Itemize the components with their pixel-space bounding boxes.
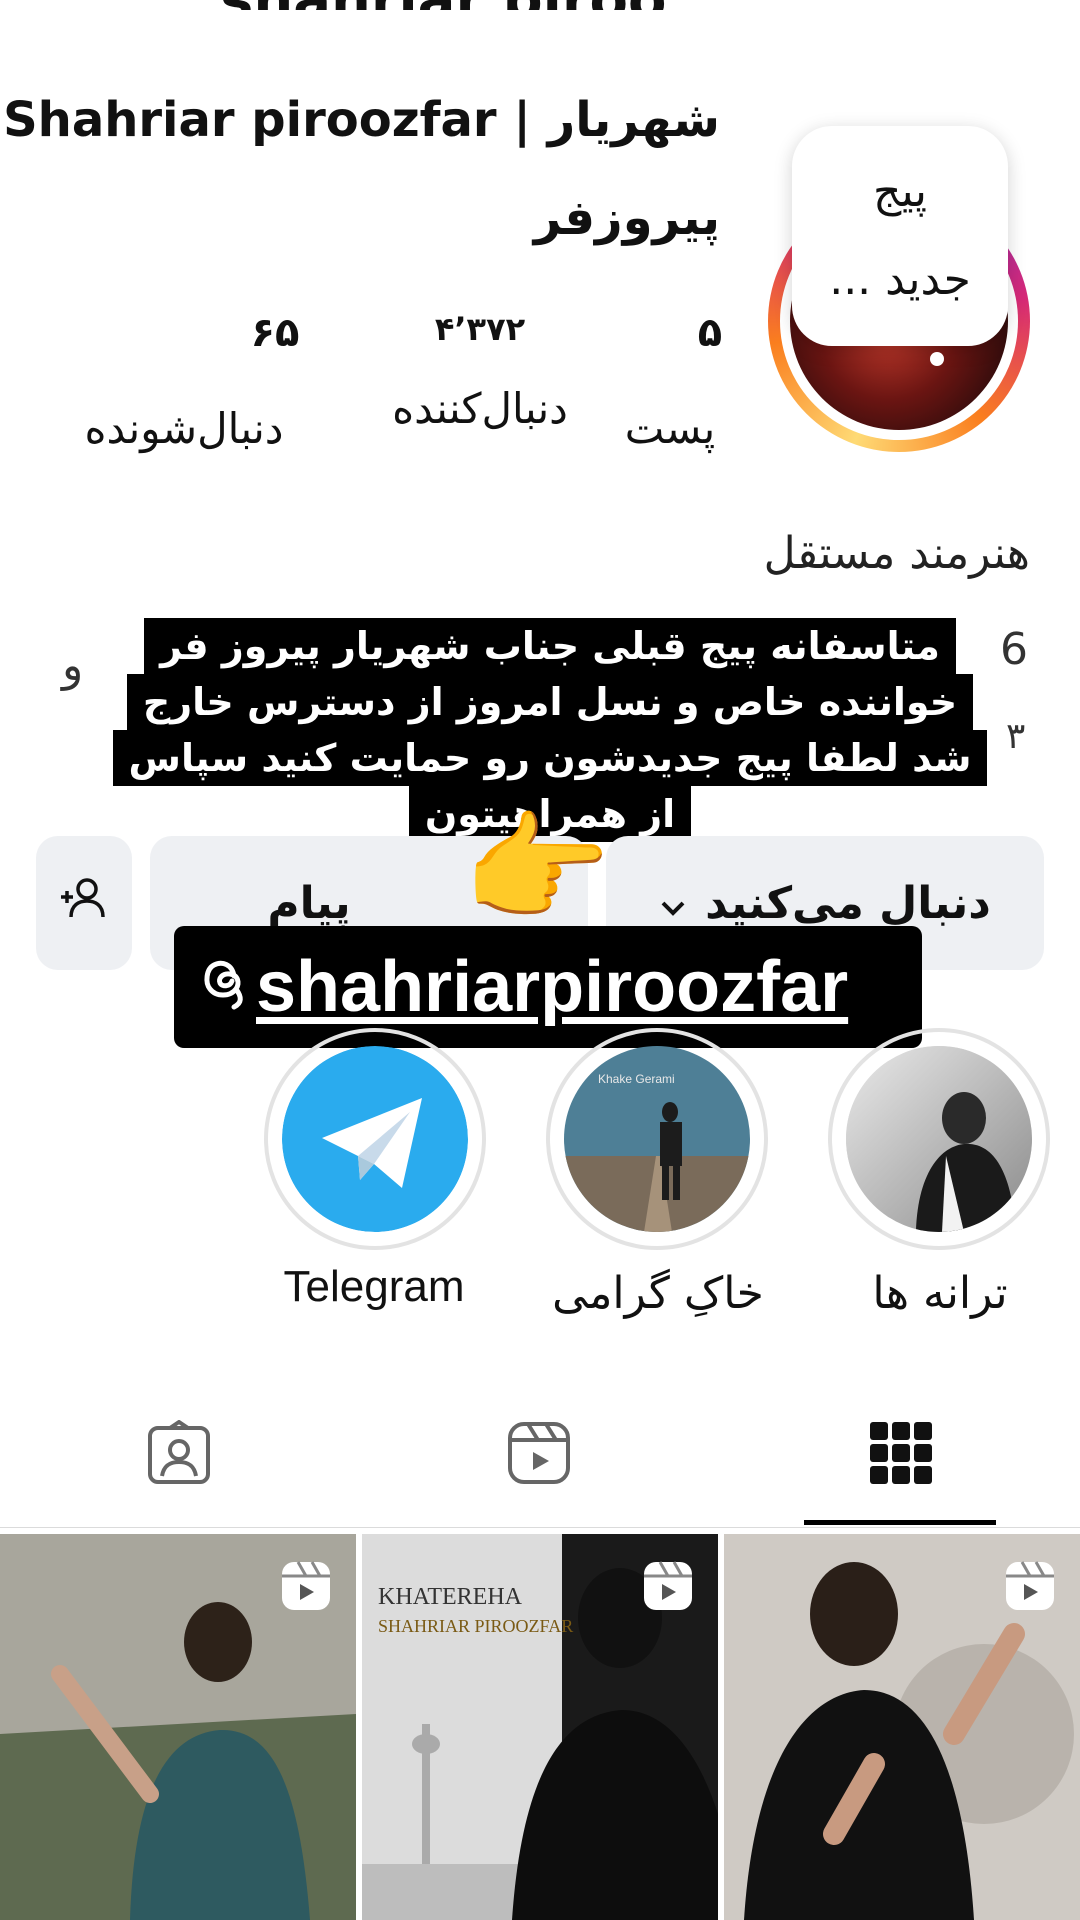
add-user-button[interactable]: [36, 836, 132, 970]
highlight-ring: [264, 1028, 486, 1250]
highlight-telegram[interactable]: [264, 1028, 486, 1250]
highlight-songs[interactable]: [828, 1028, 1050, 1250]
highlight-ring: Khake Gerami: [546, 1028, 768, 1250]
tab-tagged[interactable]: [146, 1419, 212, 1490]
tab-grid[interactable]: [868, 1420, 934, 1490]
tagged-icon: [148, 1419, 210, 1484]
active-tab-indicator: [804, 1520, 996, 1525]
grid-icon: [870, 1422, 932, 1484]
profile-name-continued: پیروزفر: [533, 190, 720, 246]
following-button-label: دنبال می‌کنید: [705, 877, 991, 929]
reels-icon: [508, 1422, 570, 1484]
tab-reels[interactable]: [506, 1420, 572, 1490]
profile-category: هنرمند مستقل: [763, 528, 1030, 579]
highlight-khake-gerami-label: خاکِ گرامی: [552, 1268, 764, 1319]
post-title: KHATEREHA: [378, 1584, 522, 1610]
highlight-ring: [828, 1028, 1050, 1250]
stat-following[interactable]: ۶۵: [220, 310, 330, 356]
posts-count: ۵: [697, 310, 723, 356]
profile-name: Shahriar piroozfar | شهریار: [3, 92, 720, 148]
post-tile-1[interactable]: [0, 1534, 356, 1920]
highlight-songs-label: ترانه ها: [872, 1268, 1008, 1319]
mention-handle-text: shahriarpiroozfar: [256, 947, 849, 1027]
pointing-hand-emoji: 👉: [462, 800, 612, 939]
following-label: دنبال‌شونده: [84, 404, 284, 453]
bio-peek-right-2: ۳: [1006, 716, 1026, 757]
khake-gerami-cover-title: Khake Gerami: [598, 1072, 675, 1086]
top-header-cut: shahriar piroo: [0, 0, 1080, 10]
bio-peek-left: و: [62, 640, 84, 691]
post-subtitle: SHAHRIAR PIROOZFAR: [378, 1616, 574, 1636]
reel-badge-icon: [282, 1561, 330, 1610]
threads-icon: [196, 946, 252, 1028]
reel-badge-icon: [1006, 1561, 1054, 1610]
bio-peek-right: 6: [1000, 624, 1028, 675]
stat-followers[interactable]: ۴٬۳۷۲: [380, 310, 580, 348]
message-button-label: پیام: [267, 877, 351, 929]
stat-posts[interactable]: ۵: [660, 310, 760, 356]
note-text: پیج جدید ...: [829, 166, 971, 305]
highlight-telegram-label: Telegram: [283, 1262, 465, 1311]
highlight-khake-gerami[interactable]: Khake Gerami: [546, 1028, 768, 1250]
following-count: ۶۵: [250, 310, 300, 356]
followers-label: دنبال‌کننده: [392, 384, 568, 433]
songs-highlight-photo: [846, 1046, 1032, 1232]
post-tile-3[interactable]: [724, 1534, 1080, 1920]
post-tile-2[interactable]: KHATEREHA SHAHRIAR PIROOZFAR: [362, 1534, 718, 1920]
chevron-down-icon: [659, 878, 687, 929]
tab-divider: [0, 1527, 1080, 1528]
followers-count: ۴٬۳۷۲: [434, 310, 526, 348]
note-bubble[interactable]: پیج جدید ...: [792, 126, 1008, 346]
note-bubble-tail: [930, 352, 944, 366]
reel-badge-icon: [644, 1561, 692, 1610]
khake-gerami-highlight-photo: Khake Gerami: [564, 1046, 750, 1232]
telegram-icon: [282, 1046, 468, 1232]
posts-label: پست: [624, 404, 716, 453]
top-username-cut: shahriar piroo: [220, 0, 666, 10]
add-user-icon: [57, 875, 111, 932]
